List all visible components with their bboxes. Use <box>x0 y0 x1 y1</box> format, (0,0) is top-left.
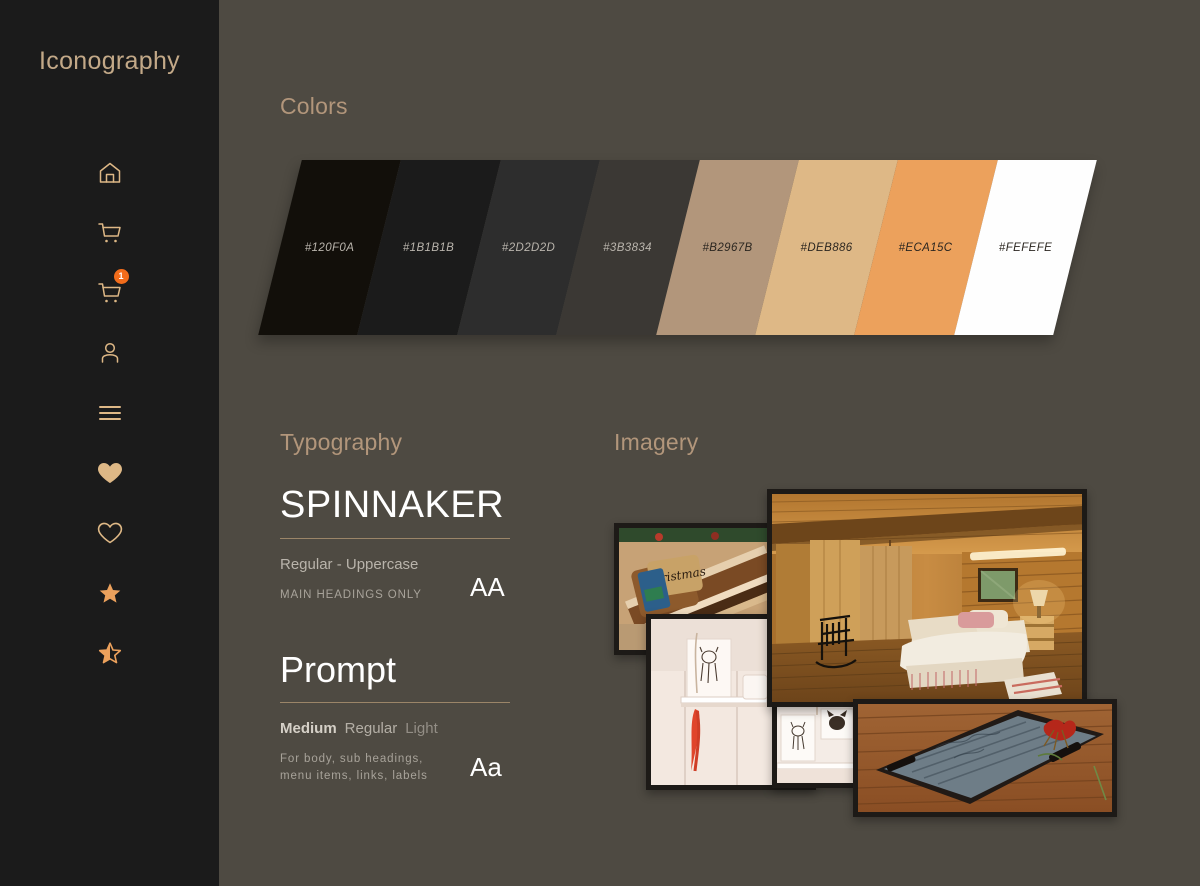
sidebar-item-cart[interactable] <box>82 203 138 263</box>
heart-filled-icon <box>96 460 124 486</box>
page-title: Iconography <box>39 47 180 75</box>
colors-section-heading: Colors <box>280 93 348 119</box>
star-half-icon <box>98 641 122 665</box>
divider <box>280 538 510 539</box>
photo-small-prints[interactable] <box>772 700 864 788</box>
sidebar-item-cart-badge[interactable]: 1 <box>82 263 138 323</box>
user-icon <box>98 340 122 366</box>
home-icon <box>97 160 123 186</box>
icon-list: 1 <box>0 143 219 683</box>
cart-badge-count: 1 <box>113 269 129 284</box>
photo-wooden-tray[interactable] <box>853 699 1117 817</box>
color-swatch-label: #DEB886 <box>800 241 853 254</box>
sidebar-item-star-filled[interactable] <box>82 563 138 623</box>
imagery-section-heading: Imagery <box>614 429 699 455</box>
hamburger-menu-icon <box>97 402 123 424</box>
typeface-name: SPINNAKER <box>280 484 505 526</box>
sidebar: Iconography 1 <box>0 0 219 886</box>
sidebar-item-favourite-filled[interactable] <box>82 443 138 503</box>
sidebar-item-user[interactable] <box>82 323 138 383</box>
typeface-weights: Regular - Uppercase <box>280 556 419 573</box>
typography-section-heading: Typography <box>280 429 403 455</box>
color-palette: #120F0A #1B1B1B #2D2D2D #3B3834 #B2967B #DEB8… <box>258 160 1097 335</box>
color-swatch-label: #1B1B1B <box>403 241 455 254</box>
sidebar-item-home[interactable] <box>82 143 138 203</box>
divider <box>280 702 510 703</box>
color-swatch-label: #2D2D2D <box>501 241 556 254</box>
color-swatch-label: #FEFEFE <box>998 241 1052 254</box>
color-swatch-label: #120F0A <box>304 241 355 254</box>
weight-light: Light <box>405 720 438 737</box>
star-filled-icon <box>98 581 122 605</box>
typeface-sample-prompt: Aa <box>470 752 502 782</box>
sidebar-item-star-half[interactable] <box>82 623 138 683</box>
typeface-name: Prompt <box>280 649 397 690</box>
weight-medium: Medium <box>280 720 337 737</box>
typeface-weights: Medium Regular Light <box>280 720 510 737</box>
weight-regular: Regular <box>344 720 398 737</box>
typeface-sample-spinnaker: AA <box>470 572 505 602</box>
color-swatch-label: #3B3834 <box>603 241 653 254</box>
color-swatch-label: #ECA15C <box>898 241 953 254</box>
sidebar-item-menu[interactable] <box>82 383 138 443</box>
heart-outline-icon <box>96 520 124 546</box>
color-swatch-label: #B2967B <box>702 241 753 254</box>
sidebar-item-favourite-outline[interactable] <box>82 503 138 563</box>
shopping-cart-icon <box>96 220 124 246</box>
color-palette-strip: #120F0A #1B1B1B #2D2D2D #3B3834 #B2967B #DEB8… <box>258 160 1097 335</box>
photo-cabin-bedroom[interactable] <box>767 489 1087 707</box>
